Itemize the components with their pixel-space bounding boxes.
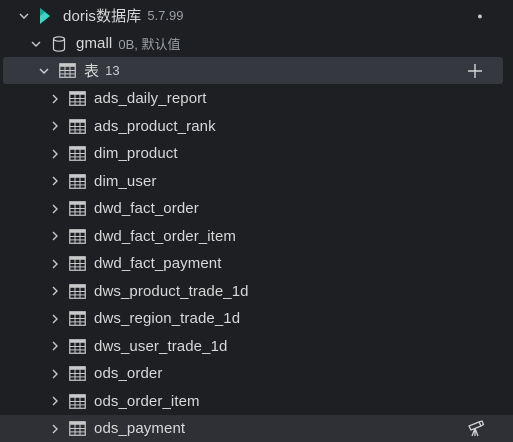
- telescope-icon[interactable]: [466, 419, 486, 439]
- database-row[interactable]: gmall 0B, 默认值: [0, 30, 513, 57]
- table-grid-icon: [68, 90, 86, 108]
- chevron-right-icon[interactable]: [47, 393, 63, 409]
- chevron-right-icon[interactable]: [47, 201, 63, 217]
- table-name: dwd_fact_payment: [94, 255, 222, 272]
- table-grid-icon: [68, 420, 86, 438]
- table-grid-icon: [68, 310, 86, 328]
- table-grid-icon: [68, 200, 86, 218]
- table-name: dws_product_trade_1d: [94, 282, 249, 300]
- table-row[interactable]: dim_user: [0, 168, 513, 195]
- table-row[interactable]: dwd_fact_payment: [0, 250, 513, 277]
- database-icon: [50, 35, 68, 53]
- database-meta: 0B, 默认值: [118, 37, 181, 52]
- tables-group-row[interactable]: 表 13: [3, 57, 503, 84]
- chevron-right-icon[interactable]: [47, 256, 63, 272]
- tables-group-label: 表: [84, 63, 100, 80]
- chevron-right-icon[interactable]: [47, 283, 63, 299]
- doris-logo-icon: [36, 7, 54, 25]
- table-name: ods_payment: [94, 420, 186, 437]
- table-row[interactable]: ads_daily_report: [0, 85, 513, 112]
- table-grid-icon: [68, 172, 86, 190]
- chevron-right-icon[interactable]: [47, 91, 63, 107]
- chevron-right-icon[interactable]: [47, 421, 63, 437]
- table-grid-icon: [68, 365, 86, 383]
- table-grid-icon: [68, 117, 86, 135]
- table-row[interactable]: ods_payment: [0, 415, 513, 442]
- chevron-right-icon[interactable]: [47, 118, 63, 134]
- table-name: dwd_fact_order: [94, 200, 199, 217]
- table-row[interactable]: dim_product: [0, 140, 513, 167]
- table-name: ods_order_item: [94, 392, 200, 410]
- chevron-right-icon[interactable]: [47, 228, 63, 244]
- chevron-right-icon[interactable]: [47, 311, 63, 327]
- table-row[interactable]: ods_order: [0, 360, 513, 387]
- connection-status-dot: ●: [477, 11, 483, 21]
- table-grid-icon: [68, 145, 86, 163]
- connection-name: doris数据库: [63, 8, 142, 25]
- table-name: dwd_fact_order_item: [94, 227, 236, 245]
- table-grid-icon: [68, 337, 86, 355]
- table-name: dim_user: [94, 172, 157, 190]
- table-row[interactable]: dws_region_trade_1d: [0, 305, 513, 332]
- chevron-right-icon[interactable]: [47, 366, 63, 382]
- database-name: gmall: [76, 35, 113, 52]
- table-grid-icon: [58, 62, 76, 80]
- chevron-right-icon[interactable]: [47, 338, 63, 354]
- table-row[interactable]: ads_product_rank: [0, 113, 513, 140]
- tables-group-count: 13: [105, 63, 120, 78]
- table-name: ads_daily_report: [94, 90, 207, 107]
- table-row[interactable]: dws_user_trade_1d: [0, 333, 513, 360]
- table-row[interactable]: ods_order_item: [0, 388, 513, 415]
- chevron-right-icon[interactable]: [47, 173, 63, 189]
- table-name: dim_product: [94, 145, 178, 162]
- table-grid-icon: [68, 282, 86, 300]
- table-grid-icon: [68, 392, 86, 410]
- table-grid-icon: [68, 255, 86, 273]
- table-grid-icon: [68, 227, 86, 245]
- chevron-down-icon[interactable]: [16, 8, 32, 24]
- table-name: ods_order: [94, 365, 163, 382]
- connection-version: 5.7.99: [147, 8, 184, 23]
- table-row[interactable]: dwd_fact_order: [0, 195, 513, 222]
- table-name: dws_user_trade_1d: [94, 337, 228, 355]
- table-row[interactable]: dwd_fact_order_item: [0, 223, 513, 250]
- chevron-down-icon[interactable]: [36, 63, 52, 79]
- table-row[interactable]: dws_product_trade_1d: [0, 278, 513, 305]
- connection-row[interactable]: doris数据库 5.7.99 ●: [0, 2, 513, 29]
- plus-icon[interactable]: [466, 62, 484, 80]
- chevron-right-icon[interactable]: [47, 146, 63, 162]
- table-name: dws_region_trade_1d: [94, 310, 241, 327]
- chevron-down-icon[interactable]: [28, 36, 44, 52]
- table-name: ads_product_rank: [94, 117, 216, 135]
